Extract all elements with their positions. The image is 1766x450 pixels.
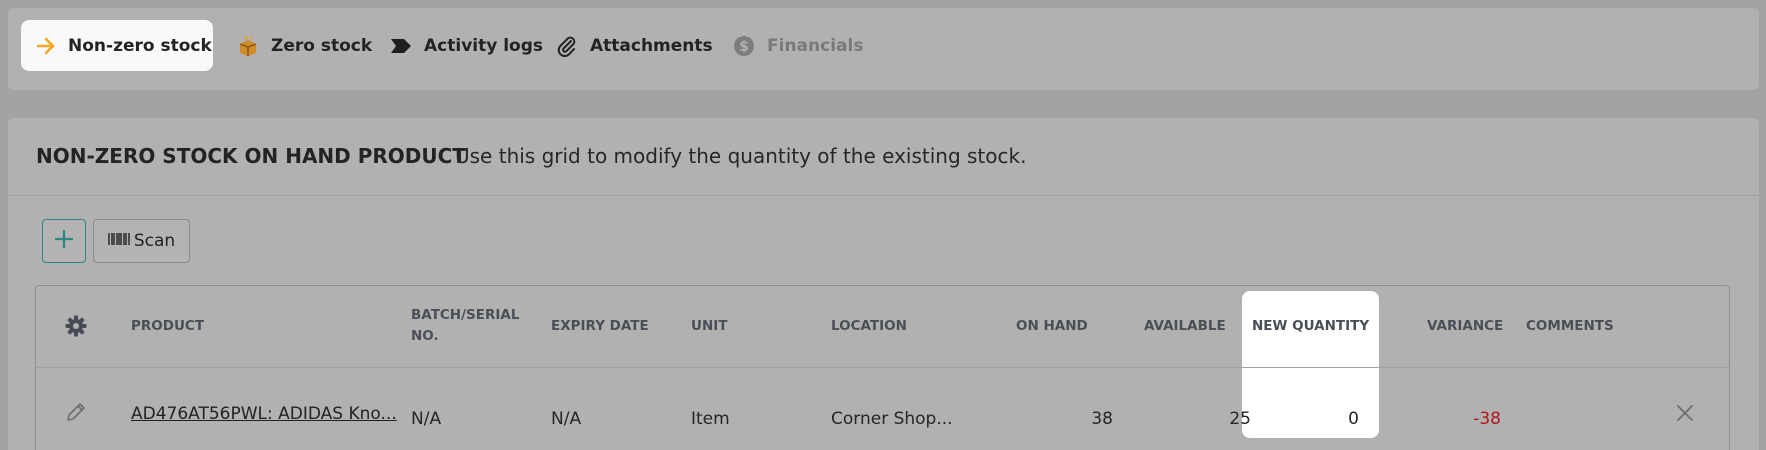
column-header-unit[interactable]: UNIT [691,316,728,337]
cell-available: 25 [1229,409,1251,429]
column-header-location[interactable]: LOCATION [831,316,907,337]
tab-non-zero-stock[interactable]: Non-zero stock [21,20,213,71]
cell-on-hand: 38 [1091,409,1113,429]
svg-text:$: $ [739,39,749,55]
box-icon [237,35,259,57]
scan-label: Scan [133,231,176,251]
scan-button[interactable]: Scan [93,219,190,263]
close-icon[interactable] [1676,404,1694,426]
panel-header: NON-ZERO STOCK ON HAND PRODUCT Use this … [8,118,1759,196]
tag-icon [390,35,412,57]
column-header-batch-line1: BATCH/SERIAL [411,307,520,323]
tab-bar: Non-zero stock Zero stock Activity logs … [8,8,1759,90]
column-header-batch-line2: NO. [411,328,439,344]
column-header-batch[interactable]: BATCH/SERIAL NO. [411,305,519,347]
stock-panel: NON-ZERO STOCK ON HAND PRODUCT Use this … [8,118,1759,450]
column-header-expiry[interactable]: EXPIRY DATE [551,316,649,337]
tab-label: Financials [767,35,864,56]
cell-expiry: N/A [551,409,582,429]
page-description: Use this grid to modify the quantity of … [455,144,1027,168]
column-header-new-quantity[interactable]: NEW QUANTITY [1252,316,1369,337]
cell-unit: Item [691,409,730,429]
add-row-button[interactable] [42,219,86,263]
column-header-variance[interactable]: VARIANCE [1427,316,1503,337]
tab-activity-logs[interactable]: Activity logs [375,20,558,71]
cell-location: Corner Shop... [831,409,953,429]
paperclip-icon [556,35,578,57]
column-header-available[interactable]: AVAILABLE [1144,316,1226,337]
stock-grid: PRODUCT BATCH/SERIAL NO. EXPIRY DATE UNI… [35,285,1730,450]
grid-header: PRODUCT BATCH/SERIAL NO. EXPIRY DATE UNI… [36,286,1729,368]
column-header-on-hand[interactable]: ON HAND [1016,316,1088,337]
tab-label: Zero stock [271,35,373,56]
new-quantity-input[interactable]: 0 [1266,409,1359,429]
column-header-comments[interactable]: COMMENTS [1526,316,1614,337]
cell-batch: N/A [411,409,442,429]
page-title: NON-ZERO STOCK ON HAND PRODUCT [36,144,466,168]
pencil-icon[interactable] [65,401,87,427]
plus-icon [54,229,74,253]
barcode-icon [108,231,130,251]
tab-attachments[interactable]: Attachments [541,20,728,71]
arrow-right-icon [36,35,56,57]
cell-variance: -38 [1473,409,1501,429]
dollar-icon: $ [733,35,755,57]
column-header-product[interactable]: PRODUCT [131,316,204,337]
tab-zero-stock[interactable]: Zero stock [222,20,387,71]
gear-icon[interactable] [65,315,87,341]
tab-label: Attachments [590,35,713,56]
product-link[interactable]: AD476AT56PWL: ADIDAS Kno... [131,404,397,424]
tab-label: Activity logs [424,35,544,56]
tab-label: Non-zero stock [68,35,212,56]
tab-financials: $ Financials [718,20,878,71]
